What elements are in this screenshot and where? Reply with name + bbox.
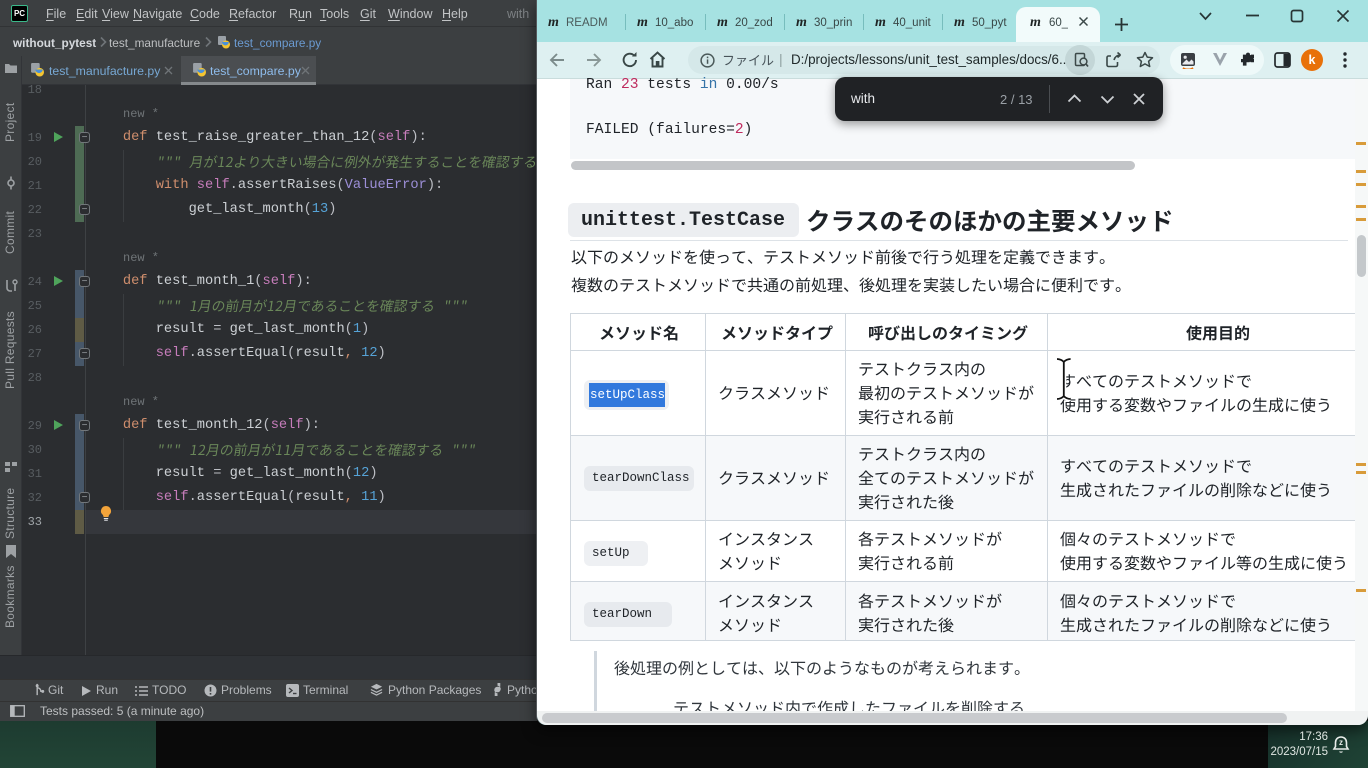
svg-text:z: z — [1339, 738, 1343, 747]
